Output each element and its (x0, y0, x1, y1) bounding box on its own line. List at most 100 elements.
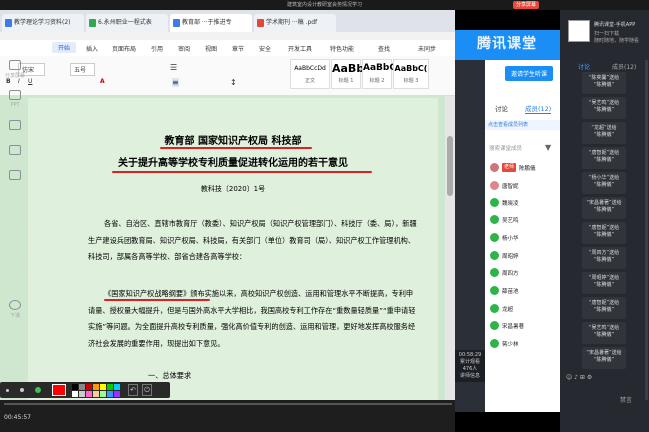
chat-message: “杨小华”送给 “陈腾儀” (582, 172, 626, 194)
live-label-1: 累计观看 (459, 359, 480, 365)
document-page[interactable]: 教育部 国家知识产权局 科技部 关于提升高等学校专利质量促进转化运用的若干意见 … (28, 98, 438, 402)
menu-chapter[interactable]: 章节 (232, 44, 244, 53)
chat-message: “唐智妮”送给 “陈腾儀” (582, 147, 626, 169)
filter-icon[interactable]: ▼ (545, 143, 551, 152)
color-swatch[interactable] (72, 384, 78, 390)
play-tool[interactable] (0, 145, 30, 157)
rp-tab-discuss[interactable]: 讨论 (578, 62, 590, 71)
end-class-button[interactable]: 下课 (0, 300, 30, 319)
style-normal[interactable]: AaBbCcDd 正文 (290, 59, 330, 89)
avatar (490, 233, 499, 242)
menu-view[interactable]: 视图 (205, 44, 217, 53)
font-size-select[interactable]: 五号 (70, 63, 96, 76)
color-swatch[interactable] (114, 391, 120, 397)
rp-tab-members[interactable]: 成员(12) (612, 62, 636, 71)
live-label-2: 476人 (462, 366, 478, 372)
live-stats: 00:58:29 累计观看 476人 讲师信息 (455, 350, 485, 382)
chat-message: “周昭婷”送给 “陈腾儀” (582, 272, 626, 294)
color-swatch[interactable] (79, 391, 85, 397)
line-spacing-icon[interactable]: ↕ (230, 78, 237, 87)
monitor-icon (9, 60, 21, 70)
avatar (490, 198, 499, 207)
list-icon[interactable]: ☰ (170, 63, 177, 72)
menu-bar: 开始 插入 页面布局 引用 审阅 视图 章节 安全 开发工具 特色功能 查找 未… (0, 40, 455, 56)
chat-tool-icons[interactable]: ☺ ♪ ⊞ ⚙ (566, 374, 592, 381)
bold-icon[interactable]: B (6, 78, 11, 85)
menu-unsynced[interactable]: 未同步 (418, 44, 436, 53)
color-swatch[interactable] (100, 391, 106, 397)
doc-paragraph-1: 各省、自治区、直辖市教育厅（教委）、知识产权局（知识产权管理部门）、科技厅（委、… (88, 219, 417, 261)
microphone-icon[interactable]: ♦ (0, 232, 30, 241)
playback-progress[interactable] (4, 403, 452, 405)
pen-size-small[interactable] (6, 389, 9, 392)
ppt-tool[interactable]: PPT (0, 90, 30, 108)
pen-size-medium[interactable] (20, 388, 24, 392)
share-screen-button[interactable]: 分享屏幕 (512, 1, 539, 9)
font-color-icon[interactable]: A (100, 78, 105, 85)
tab-discuss[interactable]: 讨论 (495, 103, 508, 113)
menu-review[interactable]: 审阅 (178, 44, 190, 53)
color-swatch[interactable] (114, 384, 120, 390)
avatar (490, 215, 499, 224)
color-swatch[interactable] (86, 384, 92, 390)
scrollbar-thumb[interactable] (447, 136, 453, 196)
doc-tab-1[interactable]: 教学理论学习资料(2) (2, 14, 84, 32)
elapsed-time: 00:45:57 (4, 414, 31, 421)
share-screen-tool[interactable]: 分享屏幕 (0, 60, 30, 79)
music-icon[interactable]: ♪ (0, 252, 30, 261)
doc-tab-4[interactable]: 学术期刊 ···稿 .pdf (254, 14, 336, 32)
menu-layout[interactable]: 页面布局 (112, 44, 136, 53)
document-scrollbar[interactable] (445, 96, 455, 400)
chat-message: “宋昌暑著”送给 “陈腾儀” (582, 197, 626, 219)
color-swatch[interactable] (79, 384, 85, 390)
brand-logo: 腾讯课堂 (477, 36, 537, 52)
chat-message: “宋昌暑著”送给 “陈腾儀” (582, 347, 626, 369)
red-underline-annotation (104, 299, 210, 301)
settings-icon[interactable]: ⚙ (0, 272, 30, 281)
doc-tab-3[interactable]: 教育部 ···于推进专 (170, 14, 252, 32)
tab-members[interactable]: 成员(12) (525, 103, 552, 114)
ppt-icon (9, 90, 21, 100)
undo-icon[interactable]: ↶ (128, 384, 138, 396)
pen-size-large[interactable] (35, 387, 41, 393)
menu-features[interactable]: 特色功能 (330, 44, 354, 53)
italic-icon[interactable]: I (18, 78, 20, 85)
doc-tab-2[interactable]: 6.永州职业一程式表 (86, 14, 168, 32)
pen-tool[interactable] (0, 170, 30, 182)
menu-security[interactable]: 安全 (259, 44, 271, 53)
align-center-icon[interactable]: ≡ (172, 78, 179, 87)
color-swatch[interactable] (72, 391, 78, 397)
style-heading3[interactable]: AaBbC(标题 3 (393, 59, 429, 89)
menu-find[interactable]: 查找 (378, 44, 390, 53)
window-title-bar: 建筑室内设计教研室会务情况学习 分享屏幕 (0, 0, 649, 10)
color-swatch[interactable] (100, 384, 106, 390)
window-title: 建筑室内设计教研室会务情况学习 (286, 2, 362, 8)
doc-title-main: 关于提升高等学校专利质量促进转化运用的若干意见 (118, 158, 348, 169)
color-swatch[interactable] (107, 391, 113, 397)
menu-start[interactable]: 开始 (52, 42, 77, 53)
mute-all-toggle[interactable]: 禁言 (620, 395, 632, 404)
color-swatch[interactable] (93, 384, 99, 390)
menu-devtools[interactable]: 开发工具 (288, 44, 312, 53)
color-swatch[interactable] (86, 391, 92, 397)
underline-icon[interactable]: U (28, 78, 32, 85)
color-swatch[interactable] (93, 391, 99, 397)
selected-color[interactable] (52, 384, 66, 396)
style-heading2[interactable]: AaBbC 标题 2 (362, 59, 396, 89)
color-swatch[interactable] (107, 384, 113, 390)
style-heading1[interactable]: AaBb 标题 1 (331, 59, 364, 89)
clear-icon[interactable]: ⏻ (142, 384, 152, 396)
chat-message: “龙超”送给 “陈腾儀” (582, 122, 626, 144)
video-tool[interactable] (0, 120, 30, 132)
menu-insert[interactable]: 插入 (86, 44, 98, 53)
member-tabs: 讨论 成员(12) (485, 100, 560, 114)
chat-message: “唐智妮”送给 “陈腾儀” (582, 297, 626, 319)
member-notice[interactable]: 点击查看成员列表 (485, 120, 560, 130)
menu-reference[interactable]: 引用 (151, 44, 163, 53)
chat-message: “唐智妮”送给 “陈腾儀” (582, 222, 626, 244)
invite-students-button[interactable]: 邀请学生听课 (505, 66, 554, 81)
avatar (490, 304, 499, 313)
chat-scrollbar[interactable] (645, 60, 648, 400)
member-search-input[interactable]: 搜索课堂成员 (489, 144, 541, 153)
chat-message: “吴艺鸣”送给 “陈腾儀” (582, 97, 626, 119)
